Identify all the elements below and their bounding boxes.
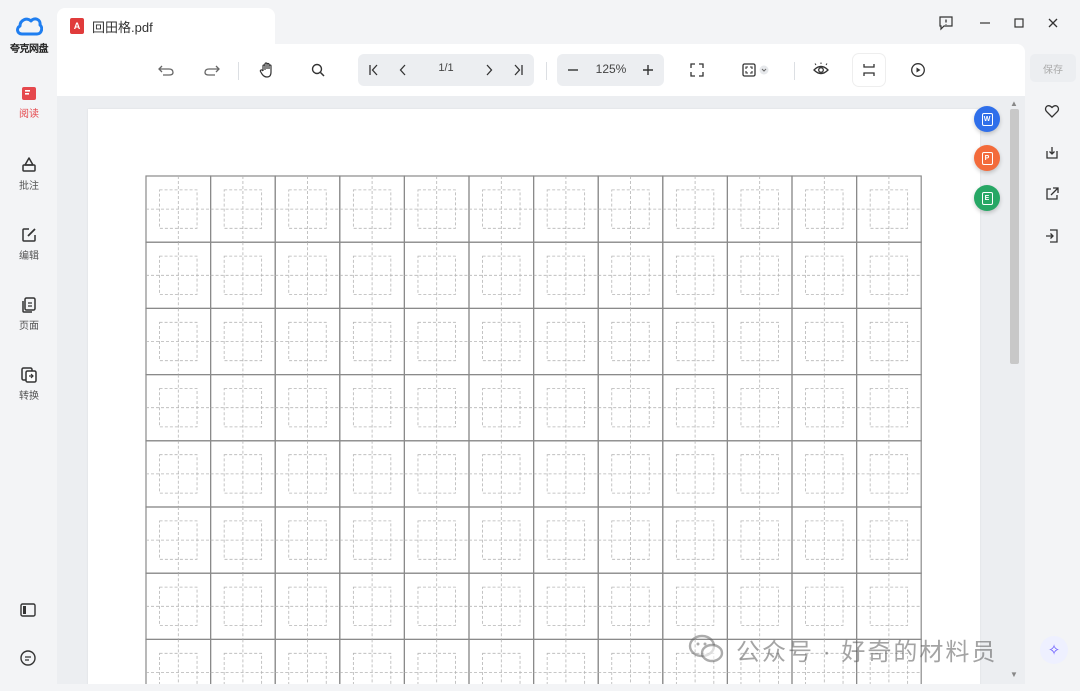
grid-cell-inner-box: [546, 652, 586, 684]
brand-name: 夸克网盘: [10, 44, 49, 55]
watermark: 公众号 · 好奇的材料员: [688, 633, 998, 666]
wechat-logo-icon: [688, 634, 724, 663]
to-word-button[interactable]: W: [974, 106, 1000, 132]
grid-cell-inner-box: [352, 652, 392, 684]
hand-tool-icon[interactable]: [255, 58, 279, 82]
toolbar-divider: [546, 62, 547, 80]
grid-cell-inner-box: [482, 652, 521, 684]
left-sidebar: 夸克网盘 阅读 批注 编辑 页面 转换: [0, 0, 57, 691]
toolbar-divider: [238, 62, 239, 80]
pdf-page: [88, 109, 980, 684]
ai-sparkle-icon[interactable]: ✧: [1040, 636, 1068, 664]
nav-item-annotate[interactable]: 批注: [6, 156, 52, 192]
nav-item-convert[interactable]: 转换: [6, 366, 52, 402]
to-excel-button[interactable]: E: [974, 185, 1000, 211]
feedback-icon[interactable]: [935, 12, 957, 34]
pdf-icon: P: [981, 151, 993, 165]
nav-label: 编辑: [19, 251, 39, 262]
nav-item-pages[interactable]: 页面: [6, 296, 52, 332]
first-page-icon[interactable]: [362, 58, 386, 82]
nav-item-read[interactable]: 阅读: [6, 86, 52, 120]
search-icon[interactable]: [306, 58, 330, 82]
page-indicator[interactable]: 1/1: [426, 62, 466, 74]
brand-logo[interactable]: 夸克网盘: [8, 14, 50, 55]
play-slideshow-icon[interactable]: [906, 58, 930, 82]
grid-cell-inner-box: [611, 652, 650, 684]
zoom-out-icon[interactable]: [561, 58, 585, 82]
zoom-in-icon[interactable]: [636, 58, 660, 82]
grid-cell-inner-box: [288, 652, 327, 684]
next-page-icon[interactable]: [477, 58, 501, 82]
pages-icon: [22, 297, 36, 313]
share-external-icon[interactable]: [1042, 184, 1062, 204]
eye-protection-icon[interactable]: [809, 58, 833, 82]
chat-icon[interactable]: [18, 648, 40, 670]
grid-cell-inner-box: [223, 652, 263, 684]
toolbar: 1/1 125%: [57, 44, 1025, 96]
document-tab[interactable]: A 回田格.pdf: [57, 8, 275, 44]
grid-cell-inner-box: [159, 652, 198, 684]
scrollbar-thumb[interactable]: [1010, 109, 1019, 364]
pdf-file-icon: A: [70, 18, 84, 34]
toolbar-divider: [794, 62, 795, 80]
nav-label: 批注: [19, 181, 39, 192]
nav-label: 页面: [19, 321, 39, 332]
close-icon[interactable]: [1042, 12, 1064, 34]
scroll-down-arrow-icon[interactable]: ▼: [1009, 670, 1019, 680]
nav-label: 阅读: [19, 109, 39, 120]
redo-icon[interactable]: [200, 58, 224, 82]
annotate-pen-icon: [22, 157, 36, 172]
cloud-logo-icon: [16, 17, 43, 36]
edit-icon: [22, 228, 36, 242]
favorite-heart-icon[interactable]: [1042, 101, 1062, 121]
last-page-icon[interactable]: [506, 58, 530, 82]
tab-title: 回田格.pdf: [92, 19, 153, 35]
export-file-icon[interactable]: [1042, 226, 1062, 246]
sidebar-toggle-icon[interactable]: [18, 600, 40, 622]
undo-icon[interactable]: [154, 58, 178, 82]
excel-icon: E: [981, 191, 993, 205]
minimize-icon[interactable]: [974, 12, 996, 34]
zoom-level[interactable]: 125%: [591, 62, 631, 76]
fullscreen-icon[interactable]: [685, 58, 709, 82]
watermark-text: 公众号 · 好奇的材料员: [736, 638, 998, 666]
continuous-scroll-icon[interactable]: [857, 58, 881, 82]
tian-grid-sheet: [145, 175, 922, 684]
nav-label: 转换: [19, 391, 39, 402]
grid-cell-inner-box: [417, 652, 456, 684]
nav-item-edit[interactable]: 编辑: [6, 226, 52, 262]
book-icon: [22, 87, 36, 100]
previous-page-icon[interactable]: [391, 58, 415, 82]
scroll-up-arrow-icon[interactable]: ▲: [1009, 99, 1019, 109]
word-icon: W: [981, 112, 993, 126]
convert-icon: [21, 367, 37, 383]
save-button[interactable]: 保存: [1030, 54, 1076, 82]
maximize-icon[interactable]: [1008, 12, 1030, 34]
main-panel: 1/1 125% W P E ▲ ▼: [57, 44, 1025, 684]
fit-dropdown-chevron-icon[interactable]: [757, 58, 771, 82]
to-pdf-button[interactable]: P: [974, 145, 1000, 171]
download-icon[interactable]: [1042, 143, 1062, 163]
document-viewport[interactable]: W P E ▲ ▼: [57, 96, 1025, 684]
